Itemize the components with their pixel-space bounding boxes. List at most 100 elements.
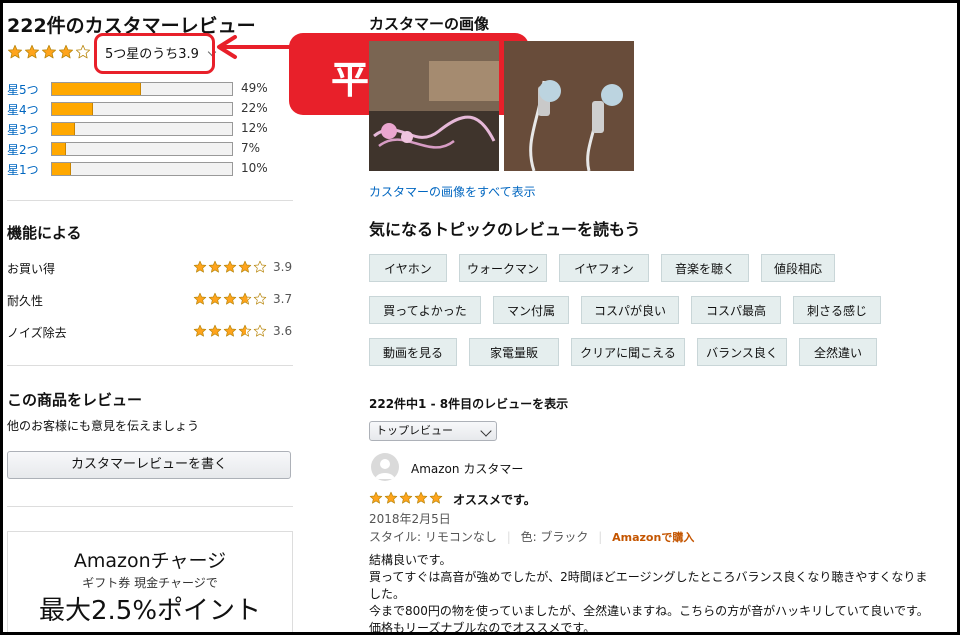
rating-bar-label[interactable]: 星2つ xyxy=(7,141,39,158)
star-icon xyxy=(75,44,91,60)
topic-chip[interactable]: バランス良く xyxy=(697,338,787,366)
divider xyxy=(7,200,293,201)
avatar xyxy=(371,453,399,481)
rating-bar-label[interactable]: 星5つ xyxy=(7,81,39,98)
star-icon xyxy=(238,260,252,274)
rating-bar-percent: 10% xyxy=(241,161,268,175)
rating-bar-track[interactable] xyxy=(51,122,233,136)
star-icon xyxy=(193,260,207,274)
star-icon xyxy=(253,292,267,306)
star-icon xyxy=(414,491,428,505)
feature-rating-row: ノイズ除去 3.6 xyxy=(7,324,297,342)
review-variant: スタイル: リモコンなし | 色: ブラック | Amazonで購入 xyxy=(369,530,695,544)
topic-chip[interactable]: マン付属 xyxy=(493,296,569,324)
star-icon xyxy=(238,324,252,338)
star-icon xyxy=(208,324,222,338)
topic-chip[interactable]: ウォークマン xyxy=(459,254,547,282)
rating-bar-row[interactable]: 星3つ 12% xyxy=(7,121,297,137)
feature-rating-row: 耐久性 3.7 xyxy=(7,292,297,310)
topic-chip[interactable]: 全然違い xyxy=(799,338,877,366)
star-icon xyxy=(208,260,222,274)
review-count-text: 222件中1 - 8件目のレビューを表示 xyxy=(369,397,569,411)
customer-image-2[interactable] xyxy=(504,41,634,171)
rating-bar-fill xyxy=(52,143,66,155)
rating-bar-fill xyxy=(52,123,75,135)
verified-purchase-badge: Amazonで購入 xyxy=(612,531,695,544)
rating-bar-label[interactable]: 星1つ xyxy=(7,161,39,178)
rating-bar-percent: 49% xyxy=(241,81,268,95)
feature-stars xyxy=(193,324,268,338)
topic-chip[interactable]: クリアに聞こえる xyxy=(571,338,685,366)
screenshot-frame: 222件のカスタマーレビュー 5つ星のうち3.9 星5つ 49% 星4つ 22% 星3つ… xyxy=(0,0,960,635)
review-body-line: 今まで800円の物を使っていましたが、全然違いますね。こちらの方が音がハッキリし… xyxy=(369,604,929,618)
feature-name: お買い得 xyxy=(7,262,56,276)
rating-bar-percent: 7% xyxy=(241,141,261,155)
topic-chip[interactable]: 動画を見る xyxy=(369,338,457,366)
rating-bar-track[interactable] xyxy=(51,102,233,116)
rating-bar-percent: 22% xyxy=(241,101,268,115)
feature-value: 3.9 xyxy=(273,260,293,274)
rating-bar-fill xyxy=(52,163,71,175)
rating-bar-label[interactable]: 星4つ xyxy=(7,101,39,118)
rating-bar-track[interactable] xyxy=(51,162,233,176)
star-icon xyxy=(193,324,207,338)
topic-chip[interactable]: 刺さる感じ xyxy=(793,296,881,324)
star-icon xyxy=(253,260,267,274)
customer-image-1[interactable] xyxy=(369,41,499,171)
ad-subline: ギフト券 現金チャージで xyxy=(82,576,218,590)
star-icon xyxy=(24,44,40,60)
rating-bar-track[interactable] xyxy=(51,142,233,156)
review-body-line: 結構良いです。 xyxy=(369,553,452,567)
feature-name: 耐久性 xyxy=(7,294,44,308)
star-icon xyxy=(223,260,237,274)
star-icon xyxy=(429,491,443,505)
star-icon xyxy=(399,491,413,505)
feature-name: ノイズ除去 xyxy=(7,326,67,340)
rating-bar-row[interactable]: 星1つ 10% xyxy=(7,161,297,177)
review-style: スタイル: リモコンなし xyxy=(369,530,497,544)
review-author[interactable]: Amazon カスタマー xyxy=(411,460,523,477)
review-body-line: 価格もリーズナブルなのでオススメです。 xyxy=(369,621,596,635)
review-body-line: 買ってすぐは高音が強めでしたが、2時間ほどエージングしたところバランス良くなり聴… xyxy=(369,570,928,584)
rating-bar-label[interactable]: 星3つ xyxy=(7,121,39,138)
topic-chip[interactable]: 値段相応 xyxy=(761,254,835,282)
rating-bar-percent: 12% xyxy=(241,121,268,135)
topic-chip[interactable]: 音楽を聴く xyxy=(661,254,749,282)
write-review-button[interactable]: カスタマーレビューを書く xyxy=(7,451,291,479)
feature-value: 3.7 xyxy=(273,292,293,306)
topic-chip[interactable]: コスパ最高 xyxy=(691,296,781,324)
topic-chip[interactable]: コスパが良い xyxy=(581,296,679,324)
amazon-charge-ad[interactable]: Amazonチャージ ギフト券 現金チャージで 最大2.5%ポイント xyxy=(7,531,293,632)
rating-bar-row[interactable]: 星5つ 49% xyxy=(7,81,297,97)
star-icon xyxy=(253,324,267,338)
feature-rating-row: お買い得 3.9 xyxy=(7,260,297,278)
star-icon xyxy=(223,292,237,306)
rating-bar-row[interactable]: 星2つ 7% xyxy=(7,141,297,157)
rating-bar-fill xyxy=(52,103,93,115)
review-color: 色: ブラック xyxy=(520,530,589,544)
topic-chip[interactable]: 買ってよかった xyxy=(369,296,481,324)
star-icon xyxy=(7,44,23,60)
average-rating-stars xyxy=(7,44,92,60)
write-review-subtitle: 他のお客様にも意見を伝えましょう xyxy=(7,419,200,433)
feature-stars xyxy=(193,260,268,274)
star-icon xyxy=(238,292,252,306)
rating-bar-track[interactable] xyxy=(51,82,233,96)
rating-bar-row[interactable]: 星4つ 22% xyxy=(7,101,297,117)
divider xyxy=(7,506,293,507)
star-icon xyxy=(369,491,383,505)
review-title[interactable]: オススメです。 xyxy=(453,491,536,508)
sort-selected-value: トップレビュー xyxy=(376,424,453,437)
topic-chip[interactable]: イヤホン xyxy=(369,254,447,282)
divider xyxy=(7,365,293,366)
star-icon xyxy=(41,44,57,60)
star-icon xyxy=(223,324,237,338)
topic-chip[interactable]: 家電量販 xyxy=(469,338,559,366)
see-all-images-link[interactable]: カスタマーの画像をすべて表示 xyxy=(369,183,536,200)
topic-chip[interactable]: イヤフォン xyxy=(559,254,649,282)
sort-select[interactable]: トップレビュー xyxy=(369,421,497,441)
topics-title: 気になるトピックのレビューを読もう xyxy=(369,220,641,239)
user-icon xyxy=(375,459,395,479)
ad-points: 最大2.5%ポイント xyxy=(38,596,262,626)
star-icon xyxy=(193,292,207,306)
